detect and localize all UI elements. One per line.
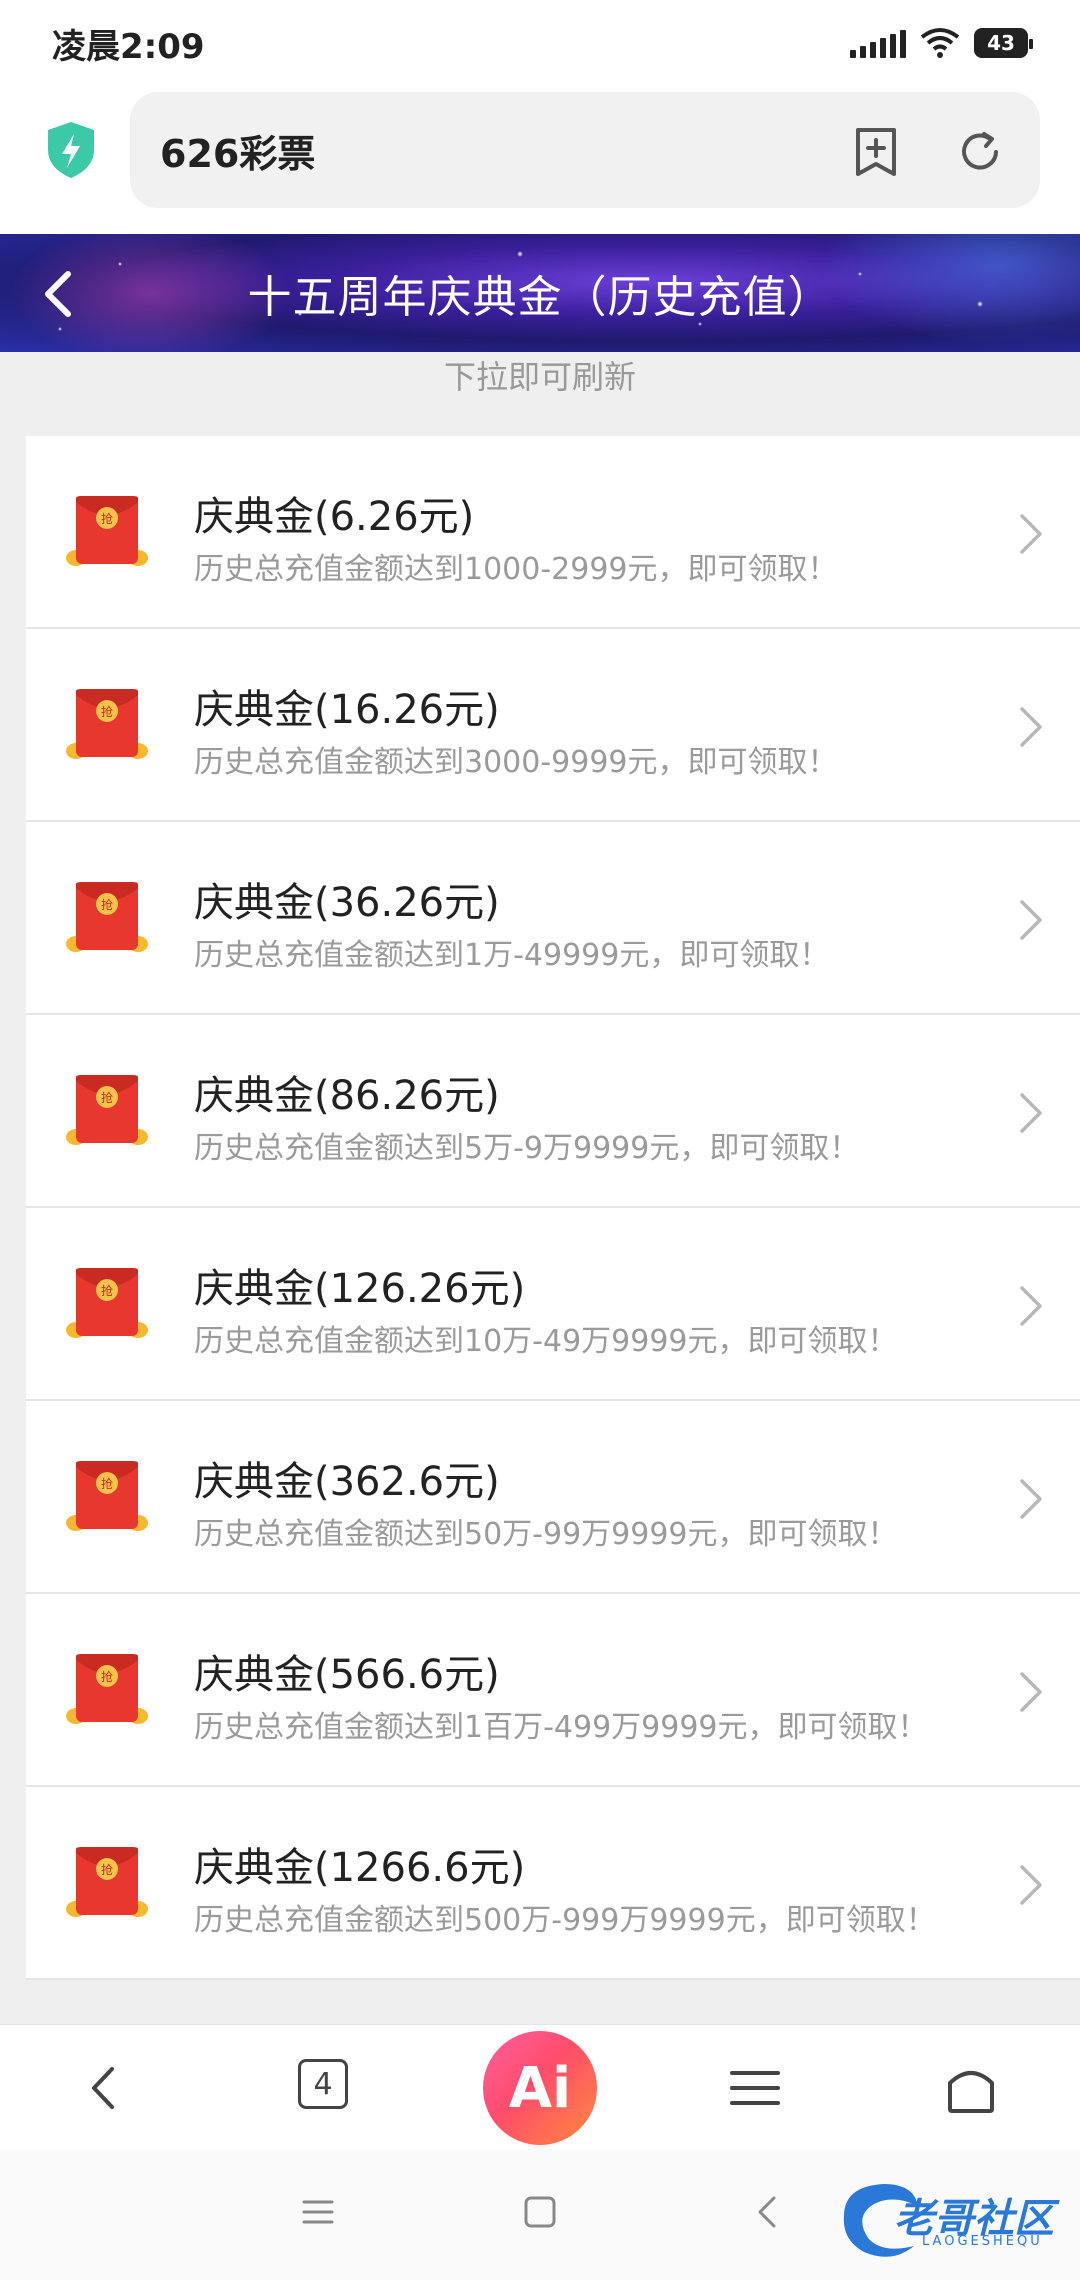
watermark-subtext: LAOGESHEQU [922, 2234, 1043, 2249]
item-title: 庆典金(566.6元) [194, 1652, 500, 1698]
system-home-icon[interactable] [520, 2192, 560, 2232]
chevron-right-icon [1020, 1865, 1042, 1905]
tabs-button[interactable]: 4 [298, 2059, 348, 2109]
item-title: 庆典金(362.6元) [194, 1459, 500, 1505]
signal-icon [850, 28, 906, 58]
status-bar: 凌晨2:09 43 [0, 0, 1080, 86]
tabs-count: 4 [313, 2066, 333, 2102]
pull-to-refresh-hint: 下拉即可刷新 [443, 358, 636, 396]
home-icon[interactable] [938, 2055, 1004, 2121]
page-header: 十五周年庆典金（历史充值） [0, 234, 1080, 352]
red-packet-icon: 抢 [66, 1654, 148, 1724]
red-packet-icon: 抢 [66, 1461, 148, 1531]
packet-badge-text: 抢 [101, 1669, 113, 1684]
red-packet-icon: 抢 [66, 882, 148, 952]
packet-badge-text: 抢 [101, 704, 113, 719]
bookmark-add-icon[interactable] [850, 126, 902, 178]
battery-icon: 43 [974, 28, 1033, 58]
red-packet-icon: 抢 [66, 1268, 148, 1338]
item-description: 历史总充值金额达到500万-999万9999元，即可领取！ [194, 1903, 936, 1938]
address-area: 626彩票 [0, 86, 1080, 234]
item-description: 历史总充值金额达到10万-49万9999元，即可领取！ [194, 1324, 898, 1359]
red-packet-icon: 抢 [66, 496, 148, 566]
page-title: 十五周年庆典金（历史充值） [247, 272, 833, 323]
chevron-right-icon [1020, 1479, 1042, 1519]
item-description: 历史总充值金额达到1百万-499万9999元，即可领取！ [194, 1710, 928, 1745]
status-time: 凌晨2:09 [52, 26, 205, 67]
item-title: 庆典金(16.26元) [194, 687, 500, 733]
ai-assistant-button[interactable]: Ai [483, 2031, 597, 2145]
url-bar[interactable]: 626彩票 [130, 92, 1040, 208]
chevron-right-icon [1020, 1093, 1042, 1133]
item-description: 历史总充值金额达到1000-2999元，即可领取！ [194, 552, 838, 587]
list-item[interactable]: 抢 庆典金(86.26元) 历史总充值金额达到5万-9万9999元，即可领取！ [26, 1015, 1080, 1208]
system-navigation-bar: 老哥社区 LAOGESHEQU [0, 2150, 1080, 2280]
list-item[interactable]: 抢 庆典金(16.26元) 历史总充值金额达到3000-9999元，即可领取！ [26, 629, 1080, 822]
red-packet-icon: 抢 [66, 689, 148, 759]
red-packet-icon: 抢 [66, 1847, 148, 1917]
packet-badge-text: 抢 [101, 1283, 113, 1298]
list-item[interactable]: 抢 庆典金(566.6元) 历史总充值金额达到1百万-499万9999元，即可领… [26, 1594, 1080, 1787]
browser-toolbar: 4 Ai [0, 2024, 1080, 2150]
item-description: 历史总充值金额达到50万-99万9999元，即可领取！ [194, 1517, 898, 1552]
packet-badge-text: 抢 [101, 511, 113, 526]
item-description: 历史总充值金额达到3000-9999元，即可领取！ [194, 745, 838, 780]
list-item[interactable]: 抢 庆典金(362.6元) 历史总充值金额达到50万-99万9999元，即可领取… [26, 1401, 1080, 1594]
watermark-logo: 老哥社区 LAOGESHEQU [834, 2172, 1064, 2262]
list-item[interactable]: 抢 庆典金(6.26元) 历史总充值金额达到1000-2999元，即可领取！ [26, 436, 1080, 629]
chevron-right-icon [1020, 1672, 1042, 1712]
chevron-right-icon [1020, 1286, 1042, 1326]
refresh-icon[interactable] [954, 126, 1006, 178]
url-text[interactable]: 626彩票 [160, 123, 315, 178]
chevron-right-icon [1020, 900, 1042, 940]
chevron-right-icon [1020, 514, 1042, 554]
list-item[interactable]: 抢 庆典金(36.26元) 历史总充值金额达到1万-49999元，即可领取！ [26, 822, 1080, 1015]
red-packet-icon: 抢 [66, 1075, 148, 1145]
recent-apps-icon[interactable] [298, 2192, 338, 2232]
item-title: 庆典金(86.26元) [194, 1073, 500, 1119]
reward-list: 抢 庆典金(6.26元) 历史总充值金额达到1000-2999元，即可领取！ 抢… [26, 436, 1080, 1980]
system-back-icon[interactable] [748, 2192, 788, 2232]
list-item[interactable]: 抢 庆典金(1266.6元) 历史总充值金额达到500万-999万9999元，即… [26, 1787, 1080, 1980]
chevron-right-icon [1020, 707, 1042, 747]
security-shield-icon[interactable] [44, 120, 98, 180]
battery-level: 43 [987, 31, 1015, 55]
wifi-icon [920, 28, 960, 58]
item-title: 庆典金(36.26元) [194, 880, 500, 926]
packet-badge-text: 抢 [101, 1090, 113, 1105]
packet-badge-text: 抢 [101, 1862, 113, 1877]
ai-label: Ai [508, 2055, 572, 2121]
item-title: 庆典金(6.26元) [194, 494, 475, 540]
item-description: 历史总充值金额达到1万-49999元，即可领取！ [194, 938, 830, 973]
menu-icon[interactable] [722, 2055, 788, 2121]
packet-badge-text: 抢 [101, 1476, 113, 1491]
status-icons: 43 [850, 27, 1033, 59]
item-description: 历史总充值金额达到5万-9万9999元，即可领取！ [194, 1131, 860, 1166]
packet-badge-text: 抢 [101, 897, 113, 912]
list-item[interactable]: 抢 庆典金(126.26元) 历史总充值金额达到10万-49万9999元，即可领… [26, 1208, 1080, 1401]
item-title: 庆典金(126.26元) [194, 1266, 526, 1312]
back-icon[interactable] [72, 2055, 138, 2121]
item-title: 庆典金(1266.6元) [194, 1845, 526, 1891]
